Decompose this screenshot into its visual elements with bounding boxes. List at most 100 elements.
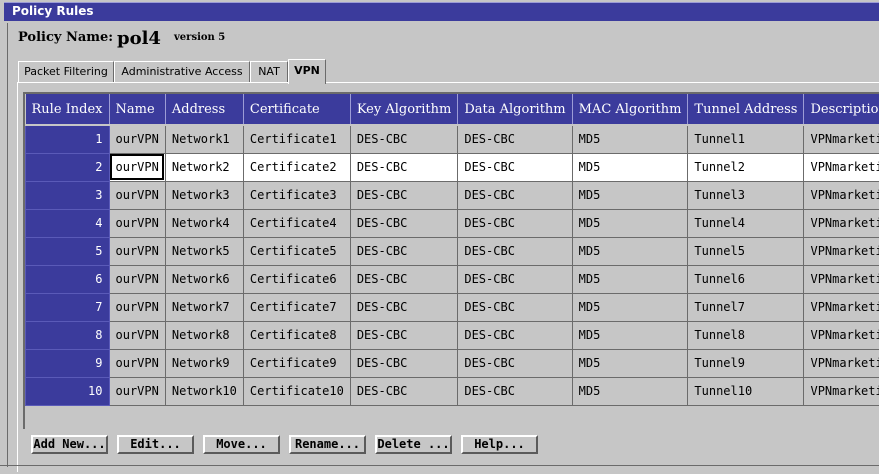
- table-row[interactable]: 3ourVPNNetwork3Certificate3DES-CBCDES-CB…: [26, 181, 879, 209]
- cell-tunnel-address[interactable]: Tunnel1: [688, 125, 804, 153]
- tab-vpn[interactable]: VPN: [288, 59, 326, 84]
- cell-rule-index[interactable]: 9: [26, 349, 110, 377]
- table-row[interactable]: 4ourVPNNetwork4Certificate4DES-CBCDES-CB…: [26, 209, 879, 237]
- col-header-name[interactable]: Name: [109, 94, 165, 125]
- cell-address[interactable]: Network2: [165, 153, 243, 181]
- table-row[interactable]: 8ourVPNNetwork8Certificate8DES-CBCDES-CB…: [26, 321, 879, 349]
- cell-data-algorithm[interactable]: DES-CBC: [458, 321, 572, 349]
- cell-name[interactable]: ourVPN: [109, 349, 165, 377]
- cell-certificate[interactable]: Certificate8: [243, 321, 350, 349]
- rules-table-container[interactable]: Rule Index Name Address Certificate Key …: [23, 92, 879, 429]
- move-button[interactable]: Move...: [203, 435, 280, 454]
- cell-address[interactable]: Network3: [165, 181, 243, 209]
- cell-mac-algorithm[interactable]: MD5: [572, 265, 688, 293]
- table-row[interactable]: 6ourVPNNetwork6Certificate6DES-CBCDES-CB…: [26, 265, 879, 293]
- cell-description[interactable]: VPNmarketing-: [804, 237, 879, 265]
- cell-description[interactable]: VPNmarketing-: [804, 265, 879, 293]
- cell-data-algorithm[interactable]: DES-CBC: [458, 265, 572, 293]
- cell-data-algorithm[interactable]: DES-CBC: [458, 377, 572, 405]
- cell-name[interactable]: ourVPN: [109, 209, 165, 237]
- cell-tunnel-address[interactable]: Tunnel9: [688, 349, 804, 377]
- cell-rule-index[interactable]: 2: [26, 153, 110, 181]
- cell-key-algorithm[interactable]: DES-CBC: [350, 209, 458, 237]
- cell-name[interactable]: ourVPN: [109, 153, 165, 181]
- cell-key-algorithm[interactable]: DES-CBC: [350, 377, 458, 405]
- cell-certificate[interactable]: Certificate6: [243, 265, 350, 293]
- cell-certificate[interactable]: Certificate2: [243, 153, 350, 181]
- cell-description[interactable]: VPNmarketing-: [804, 321, 879, 349]
- cell-certificate[interactable]: Certificate4: [243, 209, 350, 237]
- cell-description[interactable]: VPNmarketing-: [804, 349, 879, 377]
- cell-data-algorithm[interactable]: DES-CBC: [458, 349, 572, 377]
- cell-mac-algorithm[interactable]: MD5: [572, 377, 688, 405]
- col-header-data-algorithm[interactable]: Data Algorithm: [458, 94, 572, 125]
- cell-certificate[interactable]: Certificate1: [243, 125, 350, 153]
- col-header-mac-algorithm[interactable]: MAC Algorithm: [572, 94, 688, 125]
- cell-tunnel-address[interactable]: Tunnel2: [688, 153, 804, 181]
- cell-tunnel-address[interactable]: Tunnel6: [688, 265, 804, 293]
- cell-tunnel-address[interactable]: Tunnel8: [688, 321, 804, 349]
- cell-description[interactable]: VPNmarketing-: [804, 209, 879, 237]
- cell-description[interactable]: VPNmarketing -: [804, 153, 879, 181]
- cell-key-algorithm[interactable]: DES-CBC: [350, 153, 458, 181]
- col-header-description[interactable]: Description: [804, 94, 879, 125]
- tab-nat[interactable]: NAT: [250, 61, 288, 82]
- cell-name[interactable]: ourVPN: [109, 321, 165, 349]
- cell-data-algorithm[interactable]: DES-CBC: [458, 125, 572, 153]
- cell-key-algorithm[interactable]: DES-CBC: [350, 293, 458, 321]
- add-new-button[interactable]: Add New...: [31, 435, 108, 454]
- cell-mac-algorithm[interactable]: MD5: [572, 293, 688, 321]
- cell-address[interactable]: Network4: [165, 209, 243, 237]
- cell-description[interactable]: VPNmarketing-: [804, 181, 879, 209]
- cell-key-algorithm[interactable]: DES-CBC: [350, 237, 458, 265]
- cell-key-algorithm[interactable]: DES-CBC: [350, 181, 458, 209]
- cell-address[interactable]: Network5: [165, 237, 243, 265]
- table-row[interactable]: 7ourVPNNetwork7Certificate7DES-CBCDES-CB…: [26, 293, 879, 321]
- cell-tunnel-address[interactable]: Tunnel7: [688, 293, 804, 321]
- cell-address[interactable]: Network8: [165, 321, 243, 349]
- cell-rule-index[interactable]: 5: [26, 237, 110, 265]
- cell-rule-index[interactable]: 4: [26, 209, 110, 237]
- col-header-key-algorithm[interactable]: Key Algorithm: [350, 94, 458, 125]
- cell-name[interactable]: ourVPN: [109, 237, 165, 265]
- cell-key-algorithm[interactable]: DES-CBC: [350, 125, 458, 153]
- table-row[interactable]: 9ourVPNNetwork9Certificate9DES-CBCDES-CB…: [26, 349, 879, 377]
- tab-administrative-access[interactable]: Administrative Access: [114, 61, 250, 82]
- cell-name[interactable]: ourVPN: [109, 293, 165, 321]
- cell-tunnel-address[interactable]: Tunnel5: [688, 237, 804, 265]
- cell-address[interactable]: Network7: [165, 293, 243, 321]
- cell-rule-index[interactable]: 10: [26, 377, 110, 405]
- col-header-certificate[interactable]: Certificate: [243, 94, 350, 125]
- col-header-address[interactable]: Address: [165, 94, 243, 125]
- cell-certificate[interactable]: Certificate9: [243, 349, 350, 377]
- cell-certificate[interactable]: Certificate3: [243, 181, 350, 209]
- cell-rule-index[interactable]: 6: [26, 265, 110, 293]
- cell-address[interactable]: Network9: [165, 349, 243, 377]
- table-row[interactable]: 2ourVPNNetwork2Certificate2DES-CBCDES-CB…: [26, 153, 879, 181]
- cell-name[interactable]: ourVPN: [109, 265, 165, 293]
- cell-key-algorithm[interactable]: DES-CBC: [350, 321, 458, 349]
- table-row[interactable]: 5ourVPNNetwork5Certificate5DES-CBCDES-CB…: [26, 237, 879, 265]
- cell-tunnel-address[interactable]: Tunnel4: [688, 209, 804, 237]
- cell-rule-index[interactable]: 7: [26, 293, 110, 321]
- cell-mac-algorithm[interactable]: MD5: [572, 153, 688, 181]
- cell-mac-algorithm[interactable]: MD5: [572, 321, 688, 349]
- cell-certificate[interactable]: Certificate5: [243, 237, 350, 265]
- cell-name[interactable]: ourVPN: [109, 125, 165, 153]
- rename-button[interactable]: Rename...: [289, 435, 366, 454]
- col-header-tunnel-address[interactable]: Tunnel Address: [688, 94, 804, 125]
- cell-data-algorithm[interactable]: DES-CBC: [458, 237, 572, 265]
- table-row[interactable]: 1ourVPNNetwork1Certificate1DES-CBCDES-CB…: [26, 125, 879, 153]
- cell-data-algorithm[interactable]: DES-CBC: [458, 181, 572, 209]
- cell-mac-algorithm[interactable]: MD5: [572, 209, 688, 237]
- cell-description[interactable]: VPNmarketing-: [804, 125, 879, 153]
- cell-certificate[interactable]: Certificate10: [243, 377, 350, 405]
- cell-address[interactable]: Network1: [165, 125, 243, 153]
- cell-mac-algorithm[interactable]: MD5: [572, 125, 688, 153]
- cell-certificate[interactable]: Certificate7: [243, 293, 350, 321]
- cell-mac-algorithm[interactable]: MD5: [572, 181, 688, 209]
- cell-rule-index[interactable]: 8: [26, 321, 110, 349]
- tab-packet-filtering[interactable]: Packet Filtering: [18, 61, 114, 82]
- cell-data-algorithm[interactable]: DES-CBC: [458, 153, 572, 181]
- cell-mac-algorithm[interactable]: MD5: [572, 237, 688, 265]
